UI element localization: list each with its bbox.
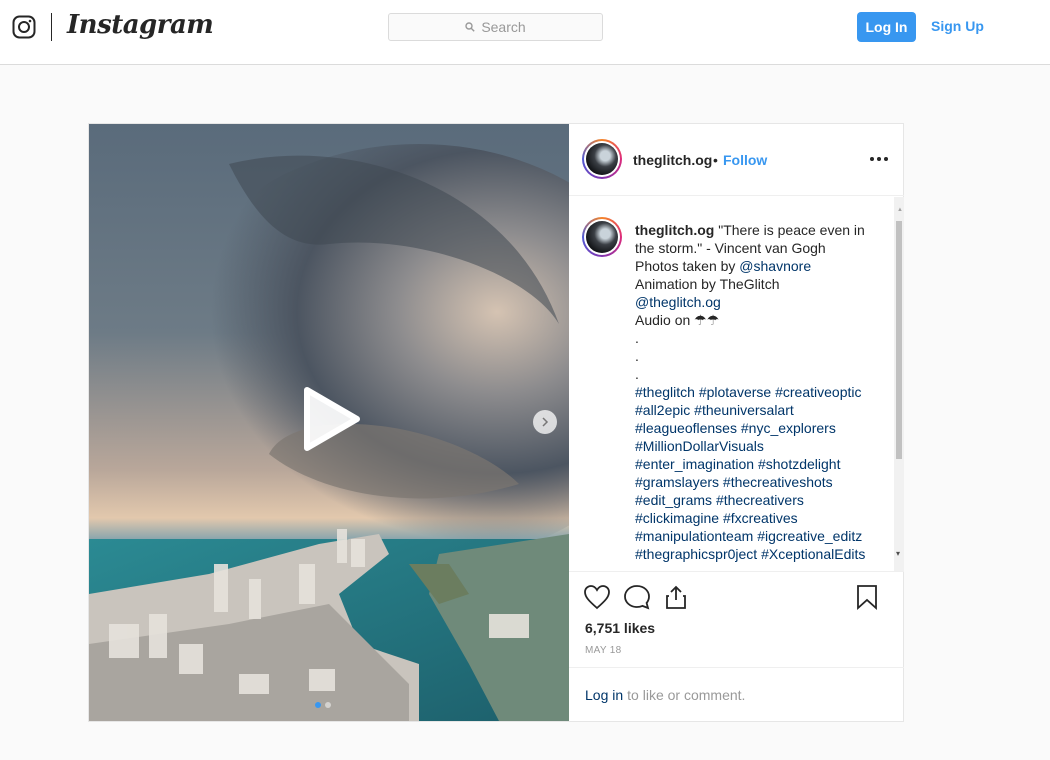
follow-button[interactable]: Follow xyxy=(723,152,767,168)
hashtag-link[interactable]: #leagueoflenses xyxy=(635,420,737,436)
hashtag-link[interactable]: #igcreative_editz xyxy=(757,528,862,544)
like-count[interactable]: 6,751 likes xyxy=(585,620,655,636)
hashtag-list: #theglitch #plotaverse #creativeoptic #al… xyxy=(635,383,885,563)
login-prompt: Log in to like or comment. xyxy=(569,667,904,721)
hashtag-line: #theglitch #plotaverse #creativeoptic xyxy=(635,383,885,401)
hashtag-link[interactable]: #thegraphicspr0ject xyxy=(635,546,757,562)
nav-divider xyxy=(51,13,52,41)
post-date[interactable]: MAY 18 xyxy=(585,645,621,656)
post-caption: theglitch.og "There is peace even in the… xyxy=(635,221,885,563)
caption-username[interactable]: theglitch.og xyxy=(635,222,714,238)
post-actions: 6,751 likes MAY 18 xyxy=(569,571,904,667)
hashtag-line: #clickimagine #fxcreatives xyxy=(635,509,885,527)
hashtag-link[interactable]: #theglitch xyxy=(635,384,695,400)
hashtag-link[interactable]: #all2epic xyxy=(635,402,690,418)
hashtag-line: #gramslayers #thecreativeshots xyxy=(635,473,885,491)
comment-icon[interactable] xyxy=(623,584,651,610)
mention-link-theglitch[interactable]: @theglitch.og xyxy=(635,294,721,310)
hashtag-link[interactable]: #gramslayers xyxy=(635,474,719,490)
hashtag-link[interactable]: #XceptionalEdits xyxy=(761,546,865,562)
hashtag-line: #edit_grams #thecreativers xyxy=(635,491,885,509)
caption-area[interactable]: theglitch.og "There is peace even in the… xyxy=(569,197,904,571)
hashtag-link[interactable]: #nyc_explorers xyxy=(741,420,836,436)
dot-line: . xyxy=(635,330,639,346)
caption-scrollbar[interactable]: ▲ ▾ xyxy=(894,197,904,571)
hashtag-link[interactable]: #creativeoptic xyxy=(775,384,861,400)
search-icon xyxy=(465,22,476,32)
hashtag-link[interactable]: #clickimagine xyxy=(635,510,719,526)
scroll-thumb[interactable] xyxy=(896,221,902,459)
signup-link[interactable]: Sign Up xyxy=(931,18,984,34)
hashtag-link[interactable]: #theuniversalart xyxy=(694,402,794,418)
avatar[interactable] xyxy=(582,139,622,179)
post-video[interactable] xyxy=(89,124,569,721)
share-icon[interactable] xyxy=(663,584,689,610)
hashtag-link[interactable]: #edit_grams xyxy=(635,492,712,508)
carousel-dot-active xyxy=(315,702,321,708)
post-card: theglitch.og • Follow theglitch.og "Ther… xyxy=(88,123,904,722)
scroll-down-arrow-icon[interactable]: ▾ xyxy=(896,549,900,558)
login-link[interactable]: Log in xyxy=(585,687,623,703)
carousel-next-button[interactable] xyxy=(533,410,557,434)
hashtag-link[interactable]: #fxcreatives xyxy=(723,510,798,526)
hashtag-line: #enter_imagination #shotzdelight xyxy=(635,455,885,473)
carousel-indicator xyxy=(315,702,331,708)
photos-credit: Photos taken by xyxy=(635,258,736,274)
hashtag-line: #manipulationteam #igcreative_editz xyxy=(635,527,885,545)
hashtag-link[interactable]: #manipulationteam xyxy=(635,528,753,544)
hashtag-link[interactable]: #shotzdelight xyxy=(758,456,841,472)
dot-line: . xyxy=(635,366,639,382)
caption-avatar[interactable] xyxy=(582,217,622,257)
bookmark-icon[interactable] xyxy=(855,584,879,610)
more-options-icon[interactable] xyxy=(870,157,888,161)
hashtag-link[interactable]: #plotaverse xyxy=(699,384,771,400)
chevron-right-icon xyxy=(542,417,549,427)
hashtag-line: #all2epic #theuniversalart xyxy=(635,401,885,419)
dot-line: . xyxy=(635,348,639,364)
hashtag-line: #MillionDollarVisuals xyxy=(635,437,885,455)
hashtag-link[interactable]: #thecreativeshots xyxy=(723,474,833,490)
animation-credit: Animation by TheGlitch xyxy=(635,276,780,292)
login-button[interactable]: Log In xyxy=(857,12,916,42)
heart-icon[interactable] xyxy=(583,584,611,610)
post-sidebar: theglitch.og • Follow theglitch.og "Ther… xyxy=(569,124,904,721)
hashtag-line: #thegraphicspr0ject #XceptionalEdits xyxy=(635,545,885,563)
login-prompt-text: to like or comment. xyxy=(627,686,746,703)
separator-dot: • xyxy=(713,152,718,168)
audio-note: Audio on ☂☂ xyxy=(635,312,720,328)
search-input[interactable]: Search xyxy=(388,13,603,41)
top-nav: Instagram Search Log In Sign Up xyxy=(0,0,1050,65)
mention-link-shavnore[interactable]: @shavnore xyxy=(739,258,811,274)
hashtag-line: #leagueoflenses #nyc_explorers xyxy=(635,419,885,437)
instagram-wordmark[interactable]: Instagram xyxy=(67,10,214,40)
hashtag-link[interactable]: #MillionDollarVisuals xyxy=(635,438,764,454)
scroll-up-arrow-icon[interactable]: ▲ xyxy=(897,207,903,213)
post-header: theglitch.og • Follow xyxy=(569,124,904,196)
search-placeholder: Search xyxy=(481,19,526,35)
carousel-dot xyxy=(325,702,331,708)
post-author-username[interactable]: theglitch.og xyxy=(633,152,712,168)
play-icon[interactable] xyxy=(299,384,363,454)
hashtag-link[interactable]: #enter_imagination xyxy=(635,456,754,472)
instagram-glyph-icon[interactable] xyxy=(12,15,36,39)
hashtag-link[interactable]: #thecreativers xyxy=(716,492,804,508)
